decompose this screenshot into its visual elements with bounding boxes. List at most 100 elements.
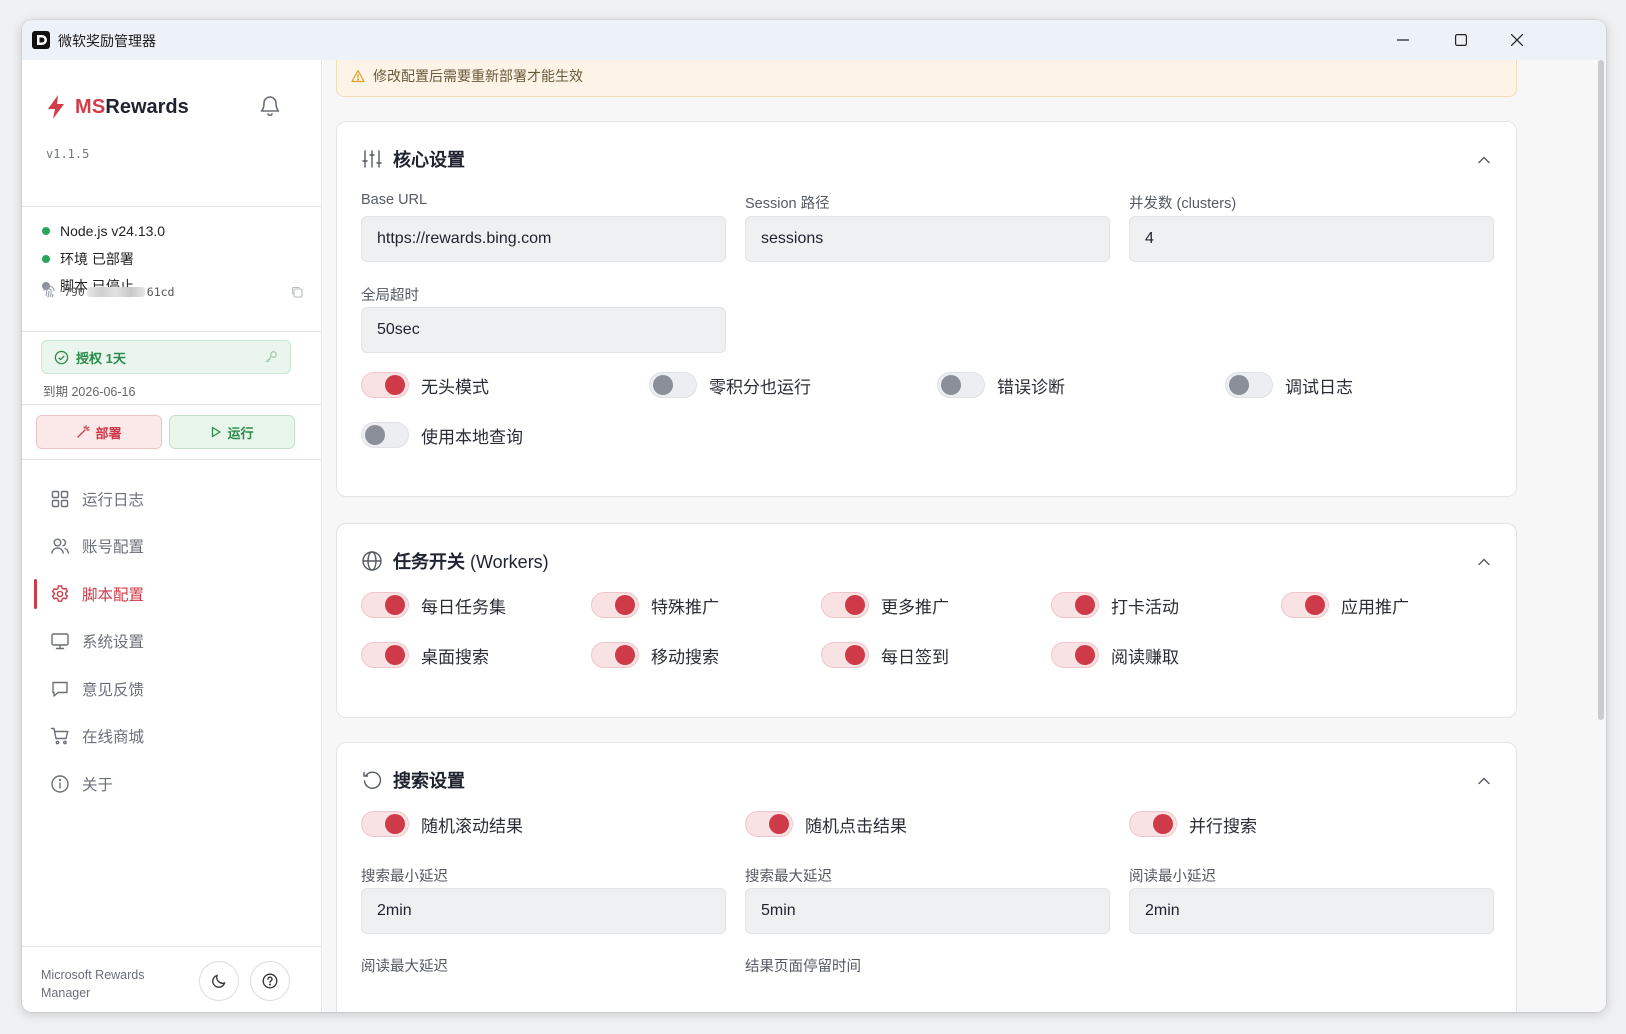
toggle-daily-set[interactable]: 每日任务集	[361, 592, 506, 618]
card-header: 搜索设置	[361, 767, 465, 793]
card-title-en: (Workers)	[470, 552, 549, 572]
divider	[22, 331, 322, 332]
clusters-input[interactable]	[1129, 216, 1494, 262]
maximize-button[interactable]	[1432, 20, 1490, 60]
deploy-button[interactable]: 部署	[36, 415, 162, 449]
toggle-label: 应用推广	[1341, 597, 1409, 617]
run-button[interactable]: 运行	[169, 415, 295, 449]
help-button[interactable]	[250, 961, 290, 1001]
nav-label: 关于	[82, 777, 114, 794]
license-badge[interactable]: 授权 1天	[41, 340, 291, 374]
bolt-icon	[48, 95, 64, 119]
toggle-run-zero-points[interactable]: 零积分也运行	[649, 372, 811, 398]
switch[interactable]	[361, 422, 409, 448]
base-url-label: Base URL	[361, 192, 428, 208]
base-url-input[interactable]	[361, 216, 726, 262]
toggle-punch-cards[interactable]: 打卡活动	[1051, 592, 1179, 618]
switch[interactable]	[361, 811, 409, 837]
search-settings-card: 搜索设置 随机滚动结果 随机点击结果 并行搜索 搜索最小延迟 搜索最大延迟 阅读…	[336, 742, 1517, 1012]
license-label: 授权 1天	[76, 350, 126, 366]
nav-label: 在线商城	[82, 729, 145, 746]
main-content: 修改配置后需要重新部署才能生效 核心设置 Base URL Session 路径…	[323, 60, 1606, 1012]
bell-icon[interactable]	[258, 94, 282, 118]
search-min-delay-label: 搜索最小延迟	[361, 869, 448, 885]
status-dot	[42, 255, 50, 263]
switch[interactable]	[591, 642, 639, 668]
switch[interactable]	[1129, 811, 1177, 837]
switch[interactable]	[1281, 592, 1329, 618]
toggle-read-to-earn[interactable]: 阅读赚取	[1051, 642, 1179, 668]
status-node: Node.js v24.13.0	[42, 223, 165, 239]
users-icon	[51, 538, 69, 554]
toggle-debug-log[interactable]: 调试日志	[1225, 372, 1353, 398]
redeploy-notice: 修改配置后需要重新部署才能生效	[336, 60, 1517, 97]
toggle-parallel-search[interactable]: 并行搜索	[1129, 811, 1257, 837]
nav-item-accounts[interactable]: 账号配置	[34, 526, 310, 566]
chevron-up-icon[interactable]	[1476, 152, 1492, 168]
switch[interactable]	[361, 592, 409, 618]
switch[interactable]	[1051, 642, 1099, 668]
toggle-mobile-search[interactable]: 移动搜索	[591, 642, 719, 668]
toggle-random-scroll[interactable]: 随机滚动结果	[361, 811, 523, 837]
redacted-mask	[86, 287, 145, 297]
toggle-label: 更多推广	[881, 597, 949, 617]
chevron-up-icon[interactable]	[1476, 773, 1492, 789]
read-min-delay-input[interactable]	[1129, 888, 1494, 934]
wand-icon	[77, 425, 91, 438]
search-max-delay-input[interactable]	[745, 888, 1110, 934]
nav-item-system-settings[interactable]: 系统设置	[34, 621, 310, 661]
toggle-special-promotions[interactable]: 特殊推广	[591, 592, 719, 618]
switch[interactable]	[361, 642, 409, 668]
app-window: 微软奖励管理器 MS Rewards v1.1.5 Node.js v24.13…	[22, 20, 1606, 1012]
nav-item-feedback[interactable]: 意见反馈	[34, 669, 310, 709]
window-title: 微软奖励管理器	[58, 33, 156, 49]
grid-icon	[51, 490, 69, 508]
toggle-local-queries[interactable]: 使用本地查询	[361, 422, 523, 448]
close-button[interactable]	[1488, 20, 1546, 60]
toggle-more-promotions[interactable]: 更多推广	[821, 592, 949, 618]
card-header: 任务开关 (Workers)	[361, 548, 549, 574]
nav-item-run-log[interactable]: 运行日志	[34, 479, 310, 519]
fingerprint-icon	[43, 285, 55, 298]
toggle-error-diagnostics[interactable]: 错误诊断	[937, 372, 1065, 398]
nav-item-about[interactable]: 关于	[34, 764, 310, 804]
search-min-delay-input[interactable]	[361, 888, 726, 934]
nav-item-shop[interactable]: 在线商城	[34, 716, 310, 756]
brand: MS Rewards	[45, 94, 189, 120]
info-icon	[51, 775, 69, 793]
switch[interactable]	[649, 372, 697, 398]
toggle-headless[interactable]: 无头模式	[361, 372, 489, 398]
copy-icon[interactable]	[290, 285, 304, 299]
toggle-label: 并行搜索	[1189, 816, 1257, 836]
minimize-button[interactable]	[1374, 20, 1432, 60]
switch[interactable]	[745, 811, 793, 837]
session-path-input[interactable]	[745, 216, 1110, 262]
globe-icon	[362, 551, 382, 571]
switch[interactable]	[821, 642, 869, 668]
chevron-up-icon[interactable]	[1476, 554, 1492, 570]
key-icon	[265, 351, 277, 363]
toggle-label: 错误诊断	[997, 377, 1065, 397]
read-min-delay-label: 阅读最小延迟	[1129, 869, 1216, 885]
toggle-random-click[interactable]: 随机点击结果	[745, 811, 907, 837]
toggle-app-promotions[interactable]: 应用推广	[1281, 592, 1409, 618]
switch[interactable]	[1225, 372, 1273, 398]
global-timeout-input[interactable]	[361, 307, 726, 353]
toggle-desktop-search[interactable]: 桌面搜索	[361, 642, 489, 668]
sidebar: MS Rewards v1.1.5 Node.js v24.13.0 环境 已部…	[22, 60, 322, 1012]
nav-label: 意见反馈	[82, 682, 145, 699]
main-scrollbar[interactable]	[1596, 60, 1606, 1012]
theme-toggle-button[interactable]	[199, 961, 239, 1001]
switch[interactable]	[361, 372, 409, 398]
switch[interactable]	[1051, 592, 1099, 618]
check-circle-icon	[54, 350, 69, 364]
switch[interactable]	[591, 592, 639, 618]
toggle-daily-check-in[interactable]: 每日签到	[821, 642, 949, 668]
scrollbar-thumb[interactable]	[1598, 60, 1604, 720]
nav-item-script-config[interactable]: 脚本配置	[34, 574, 310, 614]
switch[interactable]	[937, 372, 985, 398]
toggle-label: 调试日志	[1285, 377, 1353, 397]
machine-id: 790 61cd	[42, 282, 304, 302]
toggle-label: 每日签到	[881, 647, 949, 667]
switch[interactable]	[821, 592, 869, 618]
